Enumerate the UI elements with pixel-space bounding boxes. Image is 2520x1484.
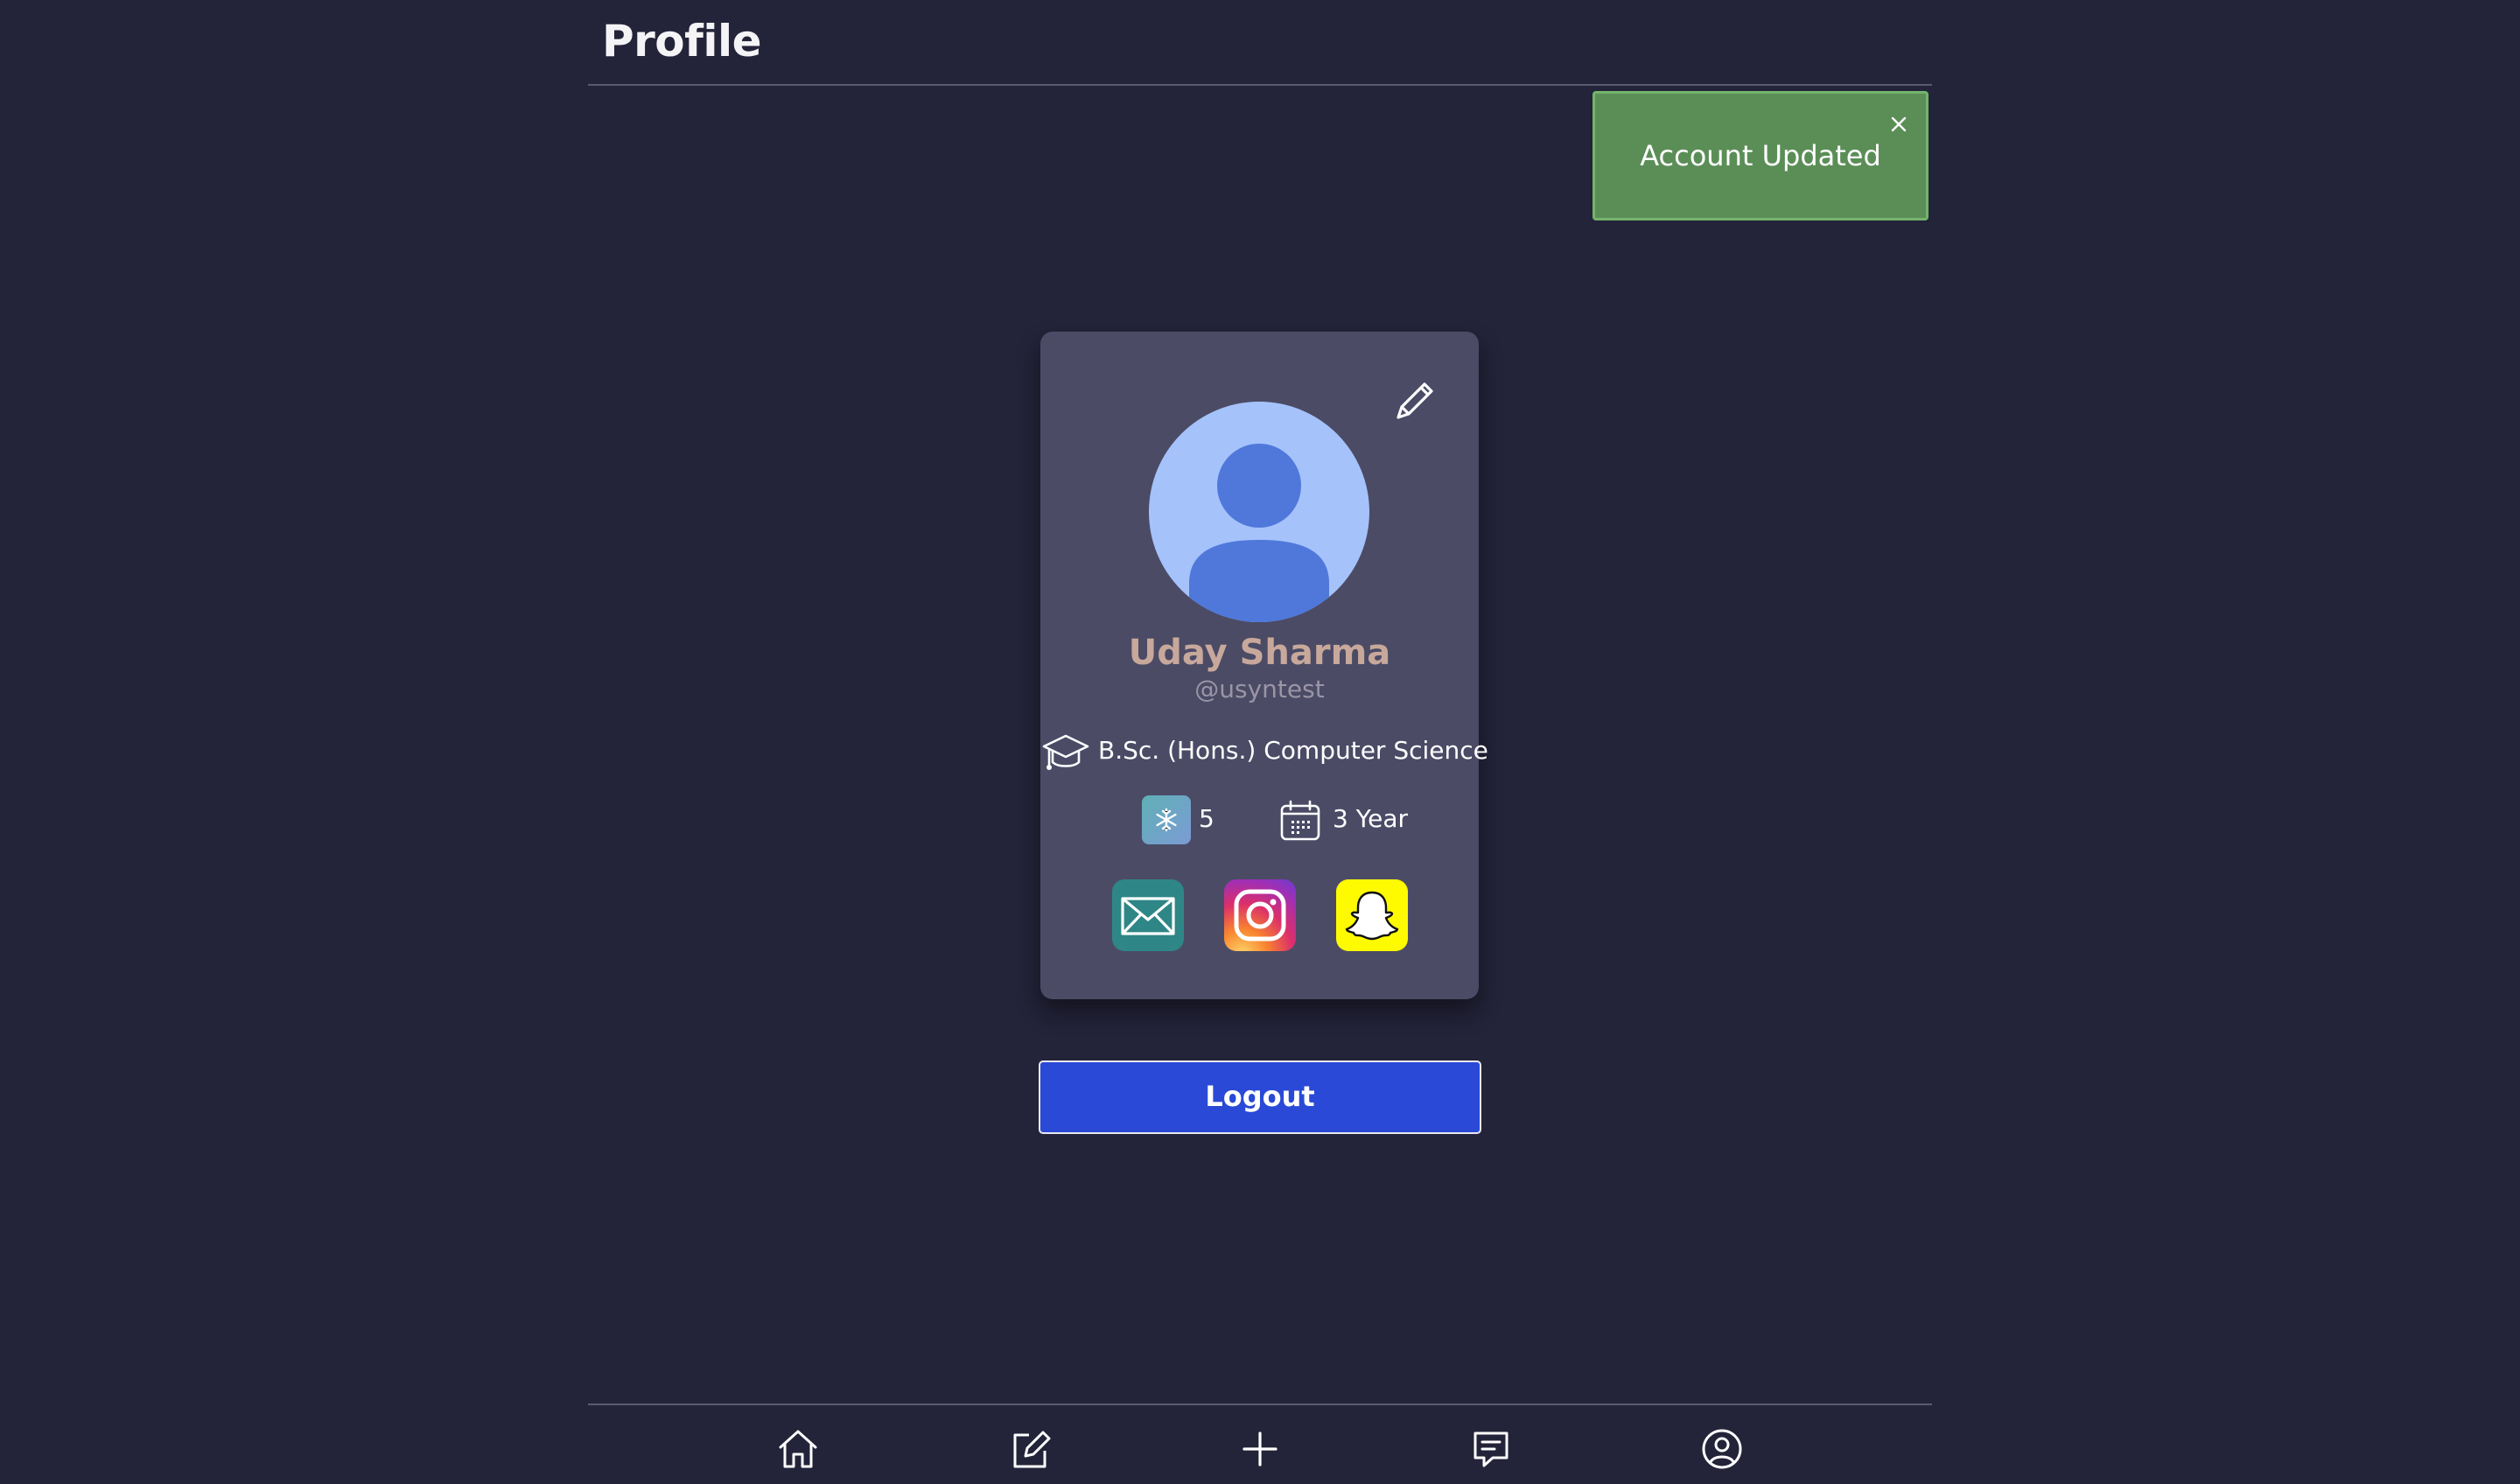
snowflake-icon xyxy=(1142,795,1191,844)
plus-icon[interactable] xyxy=(1236,1424,1284,1474)
snapchat-icon[interactable] xyxy=(1336,879,1408,951)
chat-icon[interactable] xyxy=(1466,1424,1516,1474)
streak-count: 5 xyxy=(1199,804,1214,833)
header: Profile xyxy=(588,0,1932,86)
calendar-icon xyxy=(1278,799,1322,843)
graduation-cap-icon xyxy=(1042,731,1089,774)
profile-card: Uday Sharma @usyntest B.Sc. (Hons.) Comp… xyxy=(1040,332,1488,999)
social-links xyxy=(1040,879,1479,951)
pencil-icon[interactable] xyxy=(1386,374,1442,430)
toast-notification: Account Updated xyxy=(1592,91,1928,220)
toast-message: Account Updated xyxy=(1640,139,1881,172)
mail-icon[interactable] xyxy=(1112,879,1184,951)
account-circle-icon[interactable] xyxy=(1698,1424,1746,1474)
stats-row: 5 3 Year xyxy=(1040,795,1479,846)
instagram-icon[interactable] xyxy=(1224,879,1296,951)
year-label: 3 Year xyxy=(1333,804,1408,833)
course-row: B.Sc. (Hons.) Computer Science xyxy=(1042,731,1497,774)
user-name: Uday Sharma xyxy=(1128,633,1391,673)
app-root: Profile Account Updated Uday Sharma @usy xyxy=(0,0,2520,1484)
edit-square-icon[interactable] xyxy=(1006,1424,1055,1474)
home-icon[interactable] xyxy=(774,1424,822,1474)
user-avatar-icon xyxy=(1149,402,1369,622)
bottom-nav xyxy=(588,1404,1932,1484)
user-handle: @usyntest xyxy=(1194,675,1325,704)
logout-label: Logout xyxy=(1205,1080,1315,1113)
logout-button[interactable]: Logout xyxy=(1039,1060,1481,1134)
page-title: Profile xyxy=(602,16,762,66)
close-icon[interactable] xyxy=(1886,111,1912,137)
course-name: B.Sc. (Hons.) Computer Science xyxy=(1098,736,1488,765)
